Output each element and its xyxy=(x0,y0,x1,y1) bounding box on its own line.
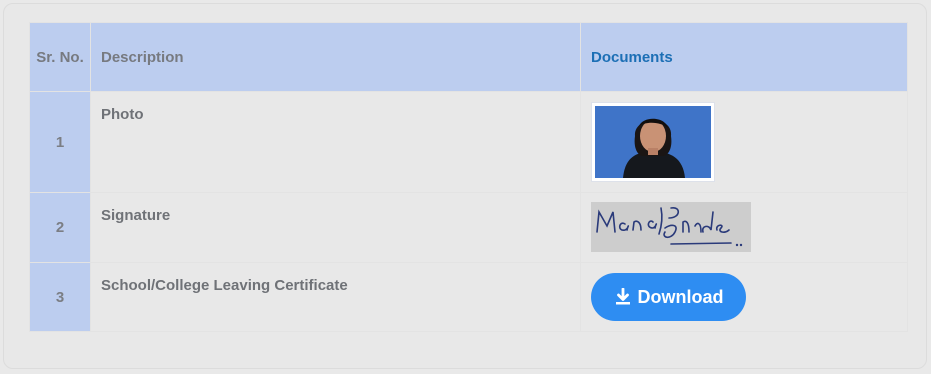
row-document xyxy=(580,192,908,263)
photo-thumbnail[interactable] xyxy=(591,102,715,182)
table-row: 1 Photo xyxy=(29,91,908,193)
header-documents: Documents xyxy=(580,22,908,92)
table-row: 3 School/College Leaving Certificate Dow… xyxy=(29,262,908,332)
download-icon xyxy=(614,288,632,306)
row-sr-no: 3 xyxy=(29,262,91,332)
documents-table: Sr. No. Description Documents 1 Photo 2 … xyxy=(29,22,908,332)
row-sr-no: 1 xyxy=(29,91,91,193)
table-row: 2 Signature xyxy=(29,192,908,263)
row-description: Signature xyxy=(90,192,581,263)
row-document xyxy=(580,91,908,193)
download-button-label: Download xyxy=(637,286,724,307)
table-header-row: Sr. No. Description Documents xyxy=(29,22,908,92)
row-sr-no: 2 xyxy=(29,192,91,263)
header-sr-no: Sr. No. xyxy=(29,22,91,92)
row-description: Photo xyxy=(90,91,581,193)
row-document: Download xyxy=(580,262,908,332)
photo-image xyxy=(595,106,711,178)
header-description: Description xyxy=(90,22,581,92)
download-button[interactable]: Download xyxy=(591,273,746,321)
signature-image[interactable] xyxy=(591,202,751,252)
row-description: School/College Leaving Certificate xyxy=(90,262,581,332)
